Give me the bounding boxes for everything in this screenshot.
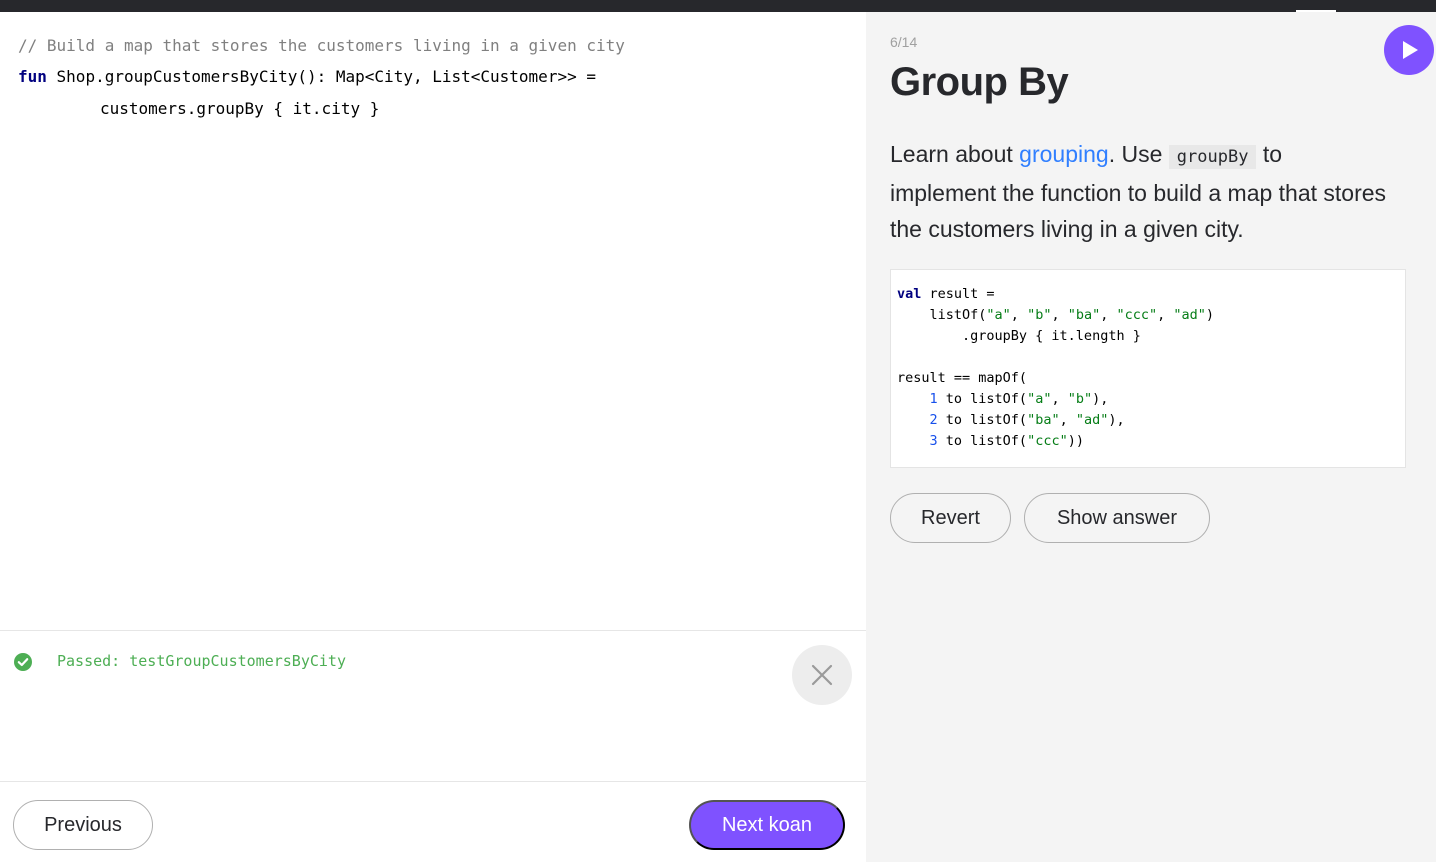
test-status-text: Passed: testGroupCustomersByCity [57,652,346,670]
code-sample: val result = listOf("a", "b", "ba", "ccc… [890,269,1406,468]
sample-text: to listOf( [937,433,1028,449]
code-comment-line: // Build a map that stores the customers… [18,36,625,55]
sample-string: "ba" [1027,412,1060,428]
sample-string: "ad" [1173,307,1206,323]
sample-line: 1 to listOf("a", "b"), [897,391,1109,407]
sample-text: ) [1205,307,1215,323]
sample-string: "ccc" [1116,307,1158,323]
task-panel: 6/14 Group By Learn about grouping. Use … [866,12,1436,862]
sample-line: .groupBy { it.length } [897,328,1141,344]
sample-text: , [1051,307,1068,323]
sample-keyword: val [897,286,922,302]
code-signature: Shop.groupCustomersByCity(): Map<City, L… [46,67,596,86]
sample-string: "b" [1027,307,1052,323]
sample-line: val result = [897,286,995,302]
sample-text [897,391,930,407]
grouping-link[interactable]: grouping [1019,141,1109,167]
sample-line: result == mapOf( [897,370,1028,386]
desc-text: Learn about [890,141,1020,167]
sample-line: listOf("a", "b", "ba", "ccc", "ad") [897,307,1215,323]
play-icon [1403,41,1418,59]
sample-string: "ccc" [1027,433,1068,449]
show-answer-button[interactable]: Show answer [1024,493,1210,543]
sample-text: , [1157,307,1174,323]
sample-text: , [1059,412,1076,428]
previous-button[interactable]: Previous [13,800,153,850]
code-body-line: customers.groupBy { it.city } [100,99,380,118]
revert-button[interactable]: Revert [890,493,1011,543]
sample-text [897,412,930,428]
sample-string: "ba" [1067,307,1101,323]
sample-string: "ad" [1075,412,1109,428]
sample-text: result = [921,286,995,302]
desc-text: . Use [1108,141,1169,167]
run-button[interactable] [1384,25,1434,75]
task-title: Group By [890,60,1069,104]
sample-string: "a" [986,307,1011,323]
sample-number: 2 [929,412,938,428]
sample-text: , [1010,307,1028,323]
code-signature-line: fun Shop.groupCustomersByCity(): Map<Cit… [18,67,596,86]
sample-text: ), [1108,412,1125,428]
sample-text: , [1051,391,1068,407]
top-bar [0,0,1436,12]
sample-text: to listOf( [937,412,1028,428]
check-circle-icon [14,653,32,671]
sample-number: 1 [929,391,938,407]
navigation-footer: Previous Next koan [0,781,866,862]
inline-code-groupby: groupBy [1168,145,1257,169]
sample-text: to listOf( [937,391,1028,407]
sample-number: 3 [929,433,938,449]
sample-text: , [1100,307,1117,323]
close-output-button[interactable] [792,645,852,705]
code-keyword: fun [18,67,47,86]
sample-string: "b" [1067,391,1093,407]
sample-text: ), [1092,391,1109,407]
editor-pane: // Build a map that stores the customers… [0,12,866,862]
sample-text: listOf( [897,307,987,323]
sample-string: "a" [1027,391,1052,407]
sample-line: 3 to listOf("ccc")) [897,433,1084,449]
progress-counter: 6/14 [890,34,918,50]
close-icon [811,664,833,686]
code-editor[interactable]: // Build a map that stores the customers… [0,12,866,630]
task-description: Learn about grouping. Use groupBy to imp… [890,136,1390,247]
test-output-panel: Passed: testGroupCustomersByCity [0,630,866,782]
sample-text: )) [1067,433,1084,449]
next-koan-button[interactable]: Next koan [689,800,845,850]
sample-text [897,433,930,449]
sample-line: 2 to listOf("ba", "ad"), [897,412,1125,428]
